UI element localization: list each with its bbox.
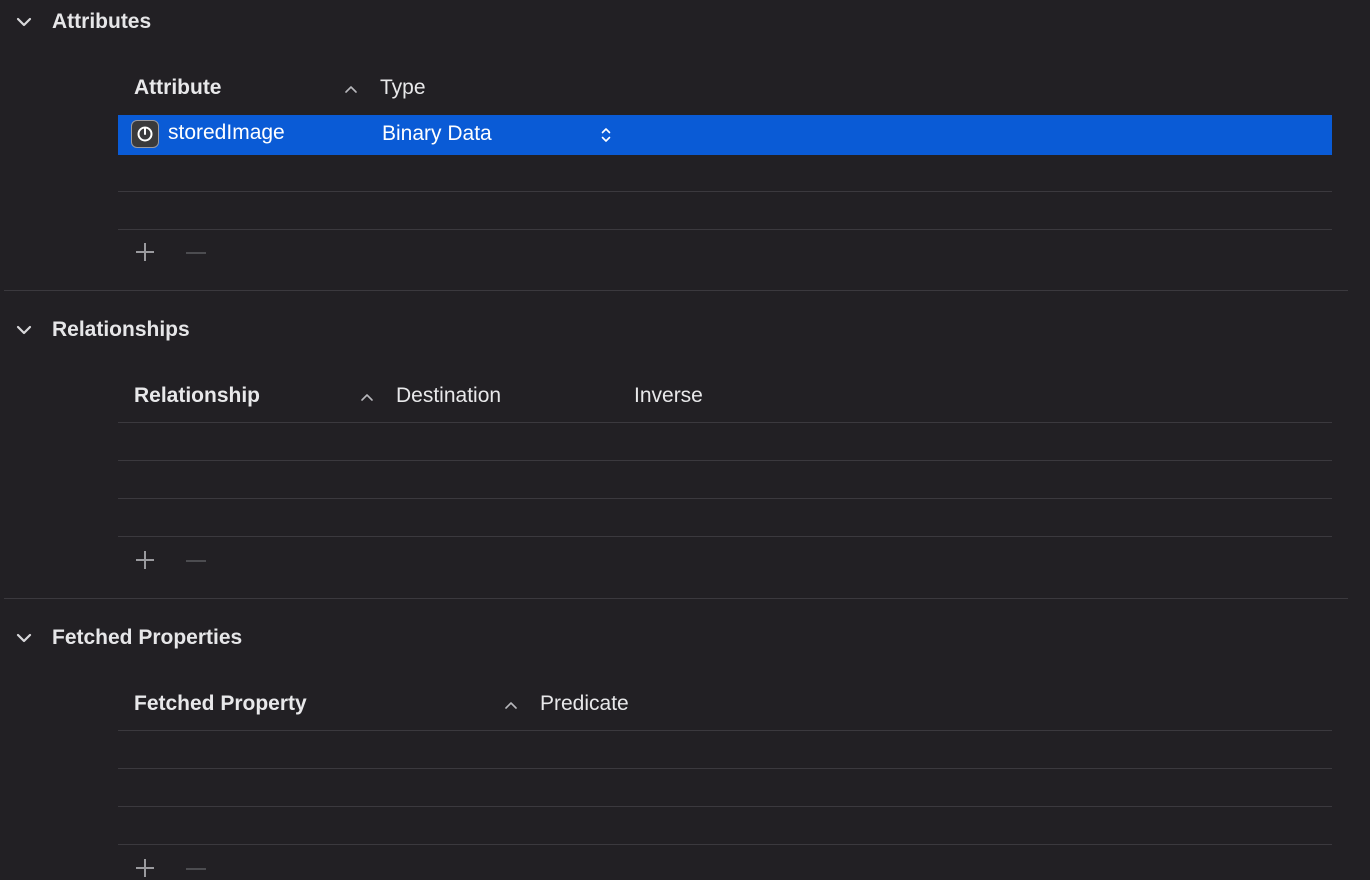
column-header-attribute[interactable]: Attribute (134, 76, 222, 100)
row-separator (118, 806, 1332, 807)
attribute-name[interactable]: storedImage (168, 121, 285, 145)
column-header-inverse[interactable]: Inverse (634, 384, 703, 408)
minus-icon[interactable] (186, 251, 206, 255)
minus-icon[interactable] (186, 559, 206, 563)
chevron-down-icon[interactable] (14, 320, 34, 340)
column-header-fetched-property[interactable]: Fetched Property (134, 692, 307, 716)
row-separator (118, 730, 1332, 731)
section-title: Fetched Properties (52, 626, 243, 649)
relationships-section-header[interactable]: Relationships (0, 308, 400, 352)
column-header-destination[interactable]: Destination (396, 384, 501, 408)
chevron-up-icon[interactable] (360, 392, 374, 402)
relationships-table: Relationship Destination Inverse (118, 378, 1332, 588)
fetched-properties-section: Fetched Properties Fetched Property Pred… (0, 616, 1370, 880)
section-title: Relationships (52, 318, 190, 341)
chevron-down-icon[interactable] (14, 628, 34, 648)
attributes-table: Attribute Type storedImage Binary Data (118, 70, 1332, 280)
attributes-section-header[interactable]: Attributes (0, 0, 400, 44)
up-down-stepper-icon[interactable] (600, 126, 612, 144)
row-separator (118, 422, 1332, 423)
attribute-type-icon (131, 120, 159, 148)
plus-icon[interactable] (134, 241, 156, 263)
minus-icon[interactable] (186, 867, 206, 871)
plus-icon[interactable] (134, 549, 156, 571)
entity-editor: Attributes Attribute Type storedImage Bi… (0, 0, 1370, 880)
section-divider (4, 290, 1348, 291)
row-separator (118, 498, 1332, 499)
row-separator (118, 229, 1332, 230)
table-row[interactable]: storedImage Binary Data (118, 115, 1332, 155)
chevron-up-icon[interactable] (344, 84, 358, 94)
section-divider (4, 598, 1348, 599)
column-header-relationship[interactable]: Relationship (134, 384, 260, 408)
column-header-type[interactable]: Type (380, 76, 426, 100)
row-separator (118, 536, 1332, 537)
row-separator (118, 191, 1332, 192)
chevron-up-icon[interactable] (504, 700, 518, 710)
chevron-down-icon[interactable] (14, 12, 34, 32)
attributes-section: Attributes Attribute Type storedImage Bi… (0, 0, 1370, 292)
section-title: Attributes (52, 10, 152, 33)
row-separator (118, 768, 1332, 769)
fetched-properties-section-header[interactable]: Fetched Properties (0, 616, 400, 660)
row-separator (118, 844, 1332, 845)
attribute-type-value[interactable]: Binary Data (382, 122, 492, 146)
fetched-properties-table: Fetched Property Predicate (118, 686, 1332, 880)
plus-icon[interactable] (134, 857, 156, 879)
row-separator (118, 460, 1332, 461)
column-header-predicate[interactable]: Predicate (540, 692, 629, 716)
relationships-section: Relationships Relationship Destination I… (0, 308, 1370, 600)
